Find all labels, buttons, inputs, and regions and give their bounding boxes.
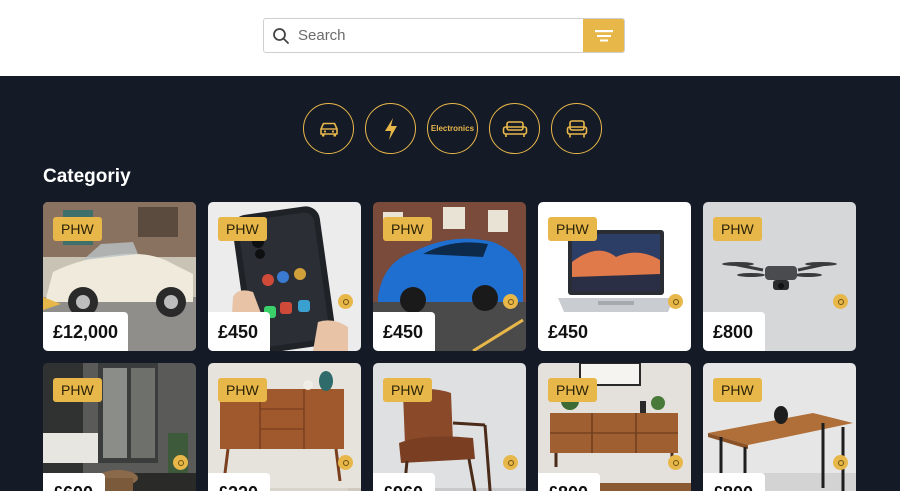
product-badge: PHW <box>218 378 267 402</box>
product-card[interactable]: PHW £220 <box>208 363 361 491</box>
product-card[interactable]: PHW £800 <box>703 202 856 351</box>
category-energy[interactable] <box>365 103 416 154</box>
product-price: £800 <box>538 473 600 491</box>
product-card[interactable]: PHW £960 <box>373 363 526 491</box>
product-price: £960 <box>373 473 435 491</box>
category-chairs[interactable] <box>551 103 602 154</box>
product-badge: PHW <box>548 217 597 241</box>
category-icons: Electronics <box>303 103 602 154</box>
category-electronics-label: Electronics <box>430 124 475 133</box>
product-badge: PHW <box>383 378 432 402</box>
product-card[interactable]: PHW £12,000 <box>43 202 196 351</box>
product-price: £12,000 <box>43 312 129 351</box>
search-bar[interactable] <box>263 18 625 53</box>
product-price: £220 <box>208 473 270 491</box>
product-price: £450 <box>208 312 270 351</box>
product-badge: PHW <box>713 378 762 402</box>
favorite-icon[interactable] <box>338 455 353 470</box>
category-cars[interactable] <box>303 103 354 154</box>
product-badge: PHW <box>53 378 102 402</box>
category-electronics[interactable]: Electronics <box>427 103 478 154</box>
favorite-icon[interactable] <box>338 294 353 309</box>
favorite-icon[interactable] <box>503 455 518 470</box>
product-card[interactable]: PHW £450 <box>538 202 691 351</box>
product-card[interactable]: PHW £800 <box>703 363 856 491</box>
favorite-icon[interactable] <box>503 294 518 309</box>
product-card[interactable]: PHW £450 <box>208 202 361 351</box>
product-badge: PHW <box>218 217 267 241</box>
filter-icon <box>594 29 613 41</box>
product-card[interactable]: PHW £450 <box>373 202 526 351</box>
car-icon <box>319 122 338 136</box>
favorite-icon[interactable] <box>833 455 848 470</box>
top-bar <box>0 0 900 76</box>
product-price: £450 <box>373 312 435 351</box>
search-icon[interactable] <box>264 19 298 52</box>
armchair-icon <box>566 119 587 137</box>
product-badge: PHW <box>548 378 597 402</box>
product-card[interactable]: PHW £800 <box>538 363 691 491</box>
favorite-icon[interactable] <box>833 294 848 309</box>
product-price: £800 <box>703 312 765 351</box>
product-price: £450 <box>538 312 600 351</box>
filter-button[interactable] <box>583 19 624 52</box>
product-grid: PHW £12,000 PHW £450 PHW £450 PHW £450 P… <box>43 202 856 491</box>
favorite-icon[interactable] <box>668 455 683 470</box>
sofa-icon <box>502 120 527 137</box>
section-title: Categoriy <box>43 166 131 187</box>
product-badge: PHW <box>383 217 432 241</box>
product-badge: PHW <box>713 217 762 241</box>
search-input[interactable] <box>298 19 583 52</box>
product-price: £800 <box>703 473 765 491</box>
category-sofas[interactable] <box>489 103 540 154</box>
favorite-icon[interactable] <box>173 455 188 470</box>
favorite-icon[interactable] <box>668 294 683 309</box>
lightning-icon <box>384 117 397 140</box>
product-price: £600 <box>43 473 105 491</box>
product-badge: PHW <box>53 217 102 241</box>
product-card[interactable]: PHW £600 <box>43 363 196 491</box>
